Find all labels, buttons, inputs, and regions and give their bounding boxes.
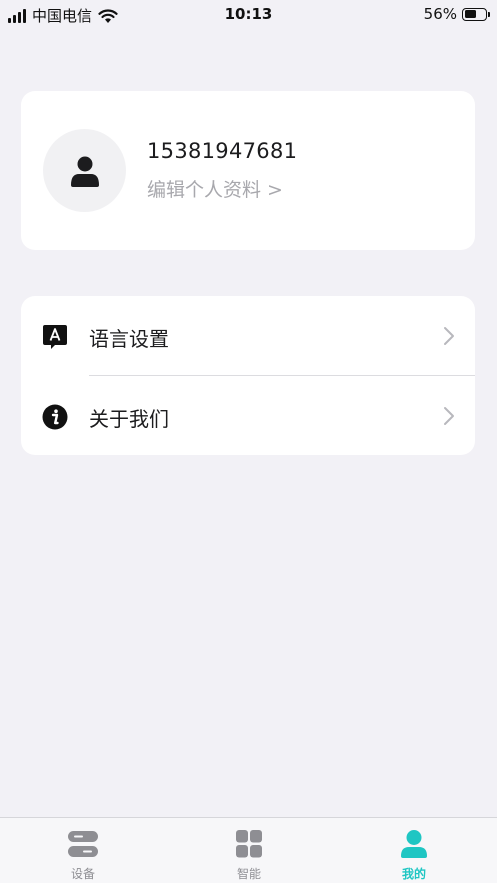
tab-profile[interactable]: 我的 bbox=[331, 818, 497, 883]
status-right: 56% bbox=[423, 5, 490, 23]
language-settings-item[interactable]: 语言设置 bbox=[21, 296, 475, 376]
about-us-item[interactable]: 关于我们 bbox=[21, 376, 475, 455]
battery-icon bbox=[462, 7, 490, 21]
tab-profile-label: 我的 bbox=[401, 867, 426, 881]
phone-number: 15381947681 bbox=[147, 139, 298, 163]
tab-smart[interactable]: 智能 bbox=[166, 818, 332, 883]
battery-fill bbox=[464, 10, 476, 18]
user-icon bbox=[70, 156, 99, 187]
tab-bar: 设备 智能 我的 bbox=[0, 817, 497, 883]
profile-card[interactable]: 15381947681 编辑个人资料 > bbox=[21, 91, 475, 250]
edit-profile-link[interactable]: 编辑个人资料 > bbox=[147, 175, 283, 202]
tab-devices[interactable]: 设备 bbox=[0, 818, 166, 883]
tab-devices-label: 设备 bbox=[70, 867, 95, 881]
device-icon bbox=[68, 831, 98, 857]
avatar[interactable] bbox=[43, 129, 126, 212]
status-time: 10:13 bbox=[224, 5, 273, 23]
info-icon bbox=[42, 404, 68, 430]
battery-percent: 56% bbox=[423, 5, 457, 23]
status-bar: 中国电信 10:13 56% bbox=[0, 0, 497, 30]
smart-grid-icon bbox=[236, 830, 262, 858]
about-us-label: 关于我们 bbox=[89, 407, 169, 431]
profile-icon bbox=[401, 830, 427, 858]
app-screen: 中国电信 10:13 56% 15381947681 编辑个人资料 > 语言设置… bbox=[0, 0, 497, 883]
language-settings-label: 语言设置 bbox=[89, 327, 169, 351]
language-icon bbox=[43, 325, 67, 349]
tab-smart-label: 智能 bbox=[236, 867, 261, 881]
settings-list: 语言设置 关于我们 bbox=[21, 296, 475, 455]
chevron-right-icon bbox=[444, 407, 454, 425]
chevron-right-icon bbox=[444, 327, 454, 345]
